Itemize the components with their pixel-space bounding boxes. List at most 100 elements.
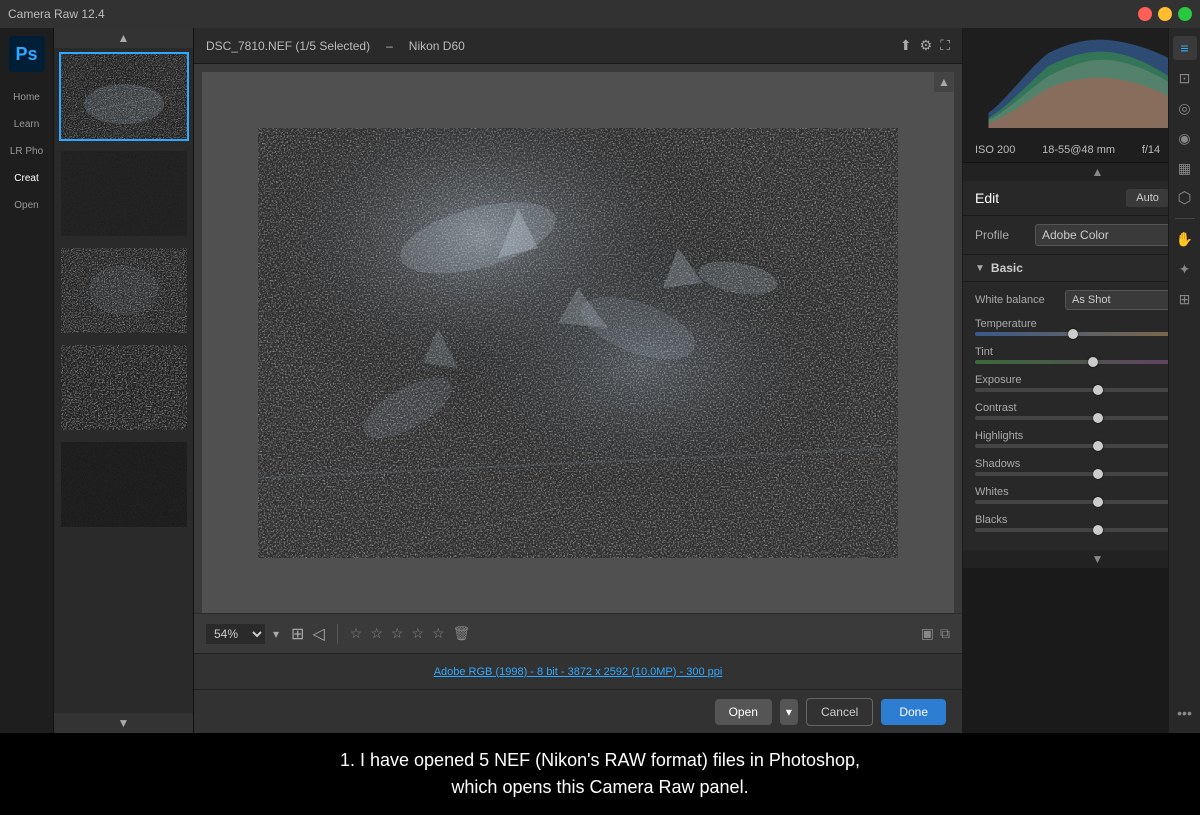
close-button[interactable] <box>1138 7 1152 21</box>
exposure-label: Exposure <box>975 374 1021 386</box>
blacks-label: Blacks <box>975 514 1007 526</box>
caption-line1: 1. I have opened 5 NEF (Nikon's RAW form… <box>340 750 860 770</box>
exposure-slider-row: Exposure 0.00 <box>975 374 1200 392</box>
ps-sidebar: Ps Home Learn LR Pho Creat Open <box>0 28 54 733</box>
exposure-thumb[interactable] <box>1093 385 1103 395</box>
expand-icon[interactable]: ⛶ <box>940 37 950 54</box>
highlights-track[interactable] <box>975 444 1200 448</box>
delete-icon[interactable]: 🗑 <box>453 625 471 642</box>
filmstrip-thumb-3[interactable] <box>59 246 189 335</box>
contrast-label: Contrast <box>975 402 1017 414</box>
filmstrip-thumb-1[interactable] <box>59 52 189 141</box>
star-4[interactable]: ☆ <box>411 625 424 642</box>
highlights-label: Highlights <box>975 430 1023 442</box>
highlights-thumb[interactable] <box>1093 441 1103 451</box>
whites-slider-row: Whites 0 <box>975 486 1200 504</box>
maximize-button[interactable] <box>1178 7 1192 21</box>
rt-sliders-icon[interactable]: ≡ <box>1173 36 1197 60</box>
right-panel: ▲ ▲ ⚌ ISO 200 18-55@48 mm f/14 1/125s ▲ … <box>962 28 1200 568</box>
tint-thumb[interactable] <box>1088 357 1098 367</box>
temperature-slider-row: Temperature 4950 <box>975 318 1200 336</box>
star-5[interactable]: ☆ <box>432 625 445 642</box>
blacks-track[interactable] <box>975 528 1200 532</box>
cancel-button[interactable]: Cancel <box>806 698 873 726</box>
nav-icon[interactable]: ◁ <box>312 624 324 644</box>
camera-info-row: ISO 200 18-55@48 mm f/14 1/125s <box>963 138 1200 163</box>
single-view-icon[interactable]: ▣ <box>921 625 934 642</box>
basic-chevron-icon: ▼ <box>975 263 985 274</box>
open-arrow-button[interactable]: ▾ <box>780 699 798 725</box>
sidebar-item-lr[interactable]: LR Pho <box>0 138 53 165</box>
tint-slider-row: Tint -5 <box>975 346 1200 364</box>
tint-track[interactable] <box>975 360 1200 364</box>
filmstrip-thumb-5[interactable] <box>59 440 189 529</box>
basic-section-header[interactable]: ▼ Basic 👁 <box>963 255 1200 282</box>
done-button[interactable]: Done <box>881 699 946 725</box>
rt-color-icon[interactable]: ⬡ <box>1173 186 1197 210</box>
image-info-text[interactable]: Adobe RGB (1998) - 8 bit - 3872 x 2592 (… <box>434 666 723 678</box>
blacks-slider-row: Blacks 0 <box>975 514 1200 532</box>
filename-label: DSC_7810.NEF (1/5 Selected) <box>206 39 370 53</box>
filmstrip-up-arrow[interactable]: ▲ <box>54 28 193 48</box>
open-button[interactable]: Open <box>715 699 772 725</box>
rt-crop-icon[interactable]: ⊡ <box>1173 66 1197 90</box>
filmstrip: ▲ <box>54 28 194 733</box>
compare-view-icon[interactable]: ⧉ <box>940 625 950 642</box>
settings-header-icon[interactable]: ⚙ <box>920 37 933 54</box>
shadows-track[interactable] <box>975 472 1200 476</box>
contrast-thumb[interactable] <box>1093 413 1103 423</box>
main-area: DSC_7810.NEF (1/5 Selected) – Nikon D60 … <box>194 28 962 733</box>
rt-filter-icon[interactable]: ▦ <box>1173 156 1197 180</box>
filmstrip-thumb-2[interactable] <box>59 149 189 238</box>
star-1[interactable]: ☆ <box>350 625 363 642</box>
rt-grid-icon[interactable]: ⊞ <box>1173 287 1197 311</box>
exposure-track[interactable] <box>975 388 1200 392</box>
shadows-slider-row: Shadows 0 <box>975 458 1200 476</box>
zoom-arrow[interactable]: ▾ <box>273 627 279 641</box>
filmstrip-thumb-4[interactable] <box>59 343 189 432</box>
action-bar: Open ▾ Cancel Done <box>194 689 962 733</box>
panel-scroll-up[interactable]: ▲ <box>963 163 1200 181</box>
rt-eye-icon[interactable]: ◉ <box>1173 126 1197 150</box>
sidebar-item-open[interactable]: Open <box>0 192 53 219</box>
star-3[interactable]: ☆ <box>391 625 404 642</box>
whites-track[interactable] <box>975 500 1200 504</box>
auto-button[interactable]: Auto <box>1126 189 1169 207</box>
highlights-slider-row: Highlights 0 <box>975 430 1200 448</box>
rt-colorizer-icon[interactable]: ✦ <box>1173 257 1197 281</box>
minimize-button[interactable] <box>1158 7 1172 21</box>
wb-label: White balance <box>975 294 1065 306</box>
title-bar: Camera Raw 12.4 <box>0 0 1200 28</box>
panel-scroll-down[interactable]: ▼ <box>963 550 1200 568</box>
sidebar-item-home[interactable]: Home <box>0 84 53 111</box>
temperature-track[interactable] <box>975 332 1200 336</box>
rt-more-icon[interactable]: ••• <box>1173 701 1197 725</box>
temperature-thumb[interactable] <box>1068 329 1078 339</box>
lens-label: 18-55@48 mm <box>1042 144 1115 156</box>
contrast-track[interactable] <box>975 416 1200 420</box>
rt-hand-icon[interactable]: ✋ <box>1173 227 1197 251</box>
profile-row: Profile Adobe Color Adobe Landscape Adob… <box>963 216 1200 255</box>
caption-text: 1. I have opened 5 NEF (Nikon's RAW form… <box>20 747 1180 801</box>
edit-header: Edit Auto B&W <box>963 181 1200 216</box>
sidebar-item-creat[interactable]: Creat <box>0 165 53 192</box>
sidebar-item-learn[interactable]: Learn <box>0 111 53 138</box>
right-tool-strip: ≡ ⊡ ◎ ◉ ▦ ⬡ ✋ ✦ ⊞ ••• <box>1168 28 1200 733</box>
blacks-thumb[interactable] <box>1093 525 1103 535</box>
sliders-area: White balance As Shot Auto Daylight Clou… <box>963 282 1200 550</box>
filmstrip-toggle-icon[interactable]: ⊞ <box>291 624 304 644</box>
star-2[interactable]: ☆ <box>370 625 383 642</box>
image-top-arrow[interactable]: ▲ <box>934 72 954 92</box>
temperature-fill <box>975 332 1073 336</box>
shadows-thumb[interactable] <box>1093 469 1103 479</box>
main-image <box>258 128 898 558</box>
filmstrip-down-arrow[interactable]: ▼ <box>54 713 193 733</box>
whites-thumb[interactable] <box>1093 497 1103 507</box>
rt-heal-icon[interactable]: ◎ <box>1173 96 1197 120</box>
toolbar-divider <box>337 624 338 644</box>
zoom-select[interactable]: 54% 25% 50% 100% <box>206 624 265 644</box>
camera-model: Nikon D60 <box>409 39 465 53</box>
share-icon[interactable]: ⬆ <box>900 37 912 54</box>
iso-label: ISO 200 <box>975 144 1015 156</box>
image-toolbar: 54% 25% 50% 100% ▾ ⊞ ◁ ☆ ☆ ☆ ☆ ☆ 🗑 ▣ ⧉ <box>194 613 962 653</box>
